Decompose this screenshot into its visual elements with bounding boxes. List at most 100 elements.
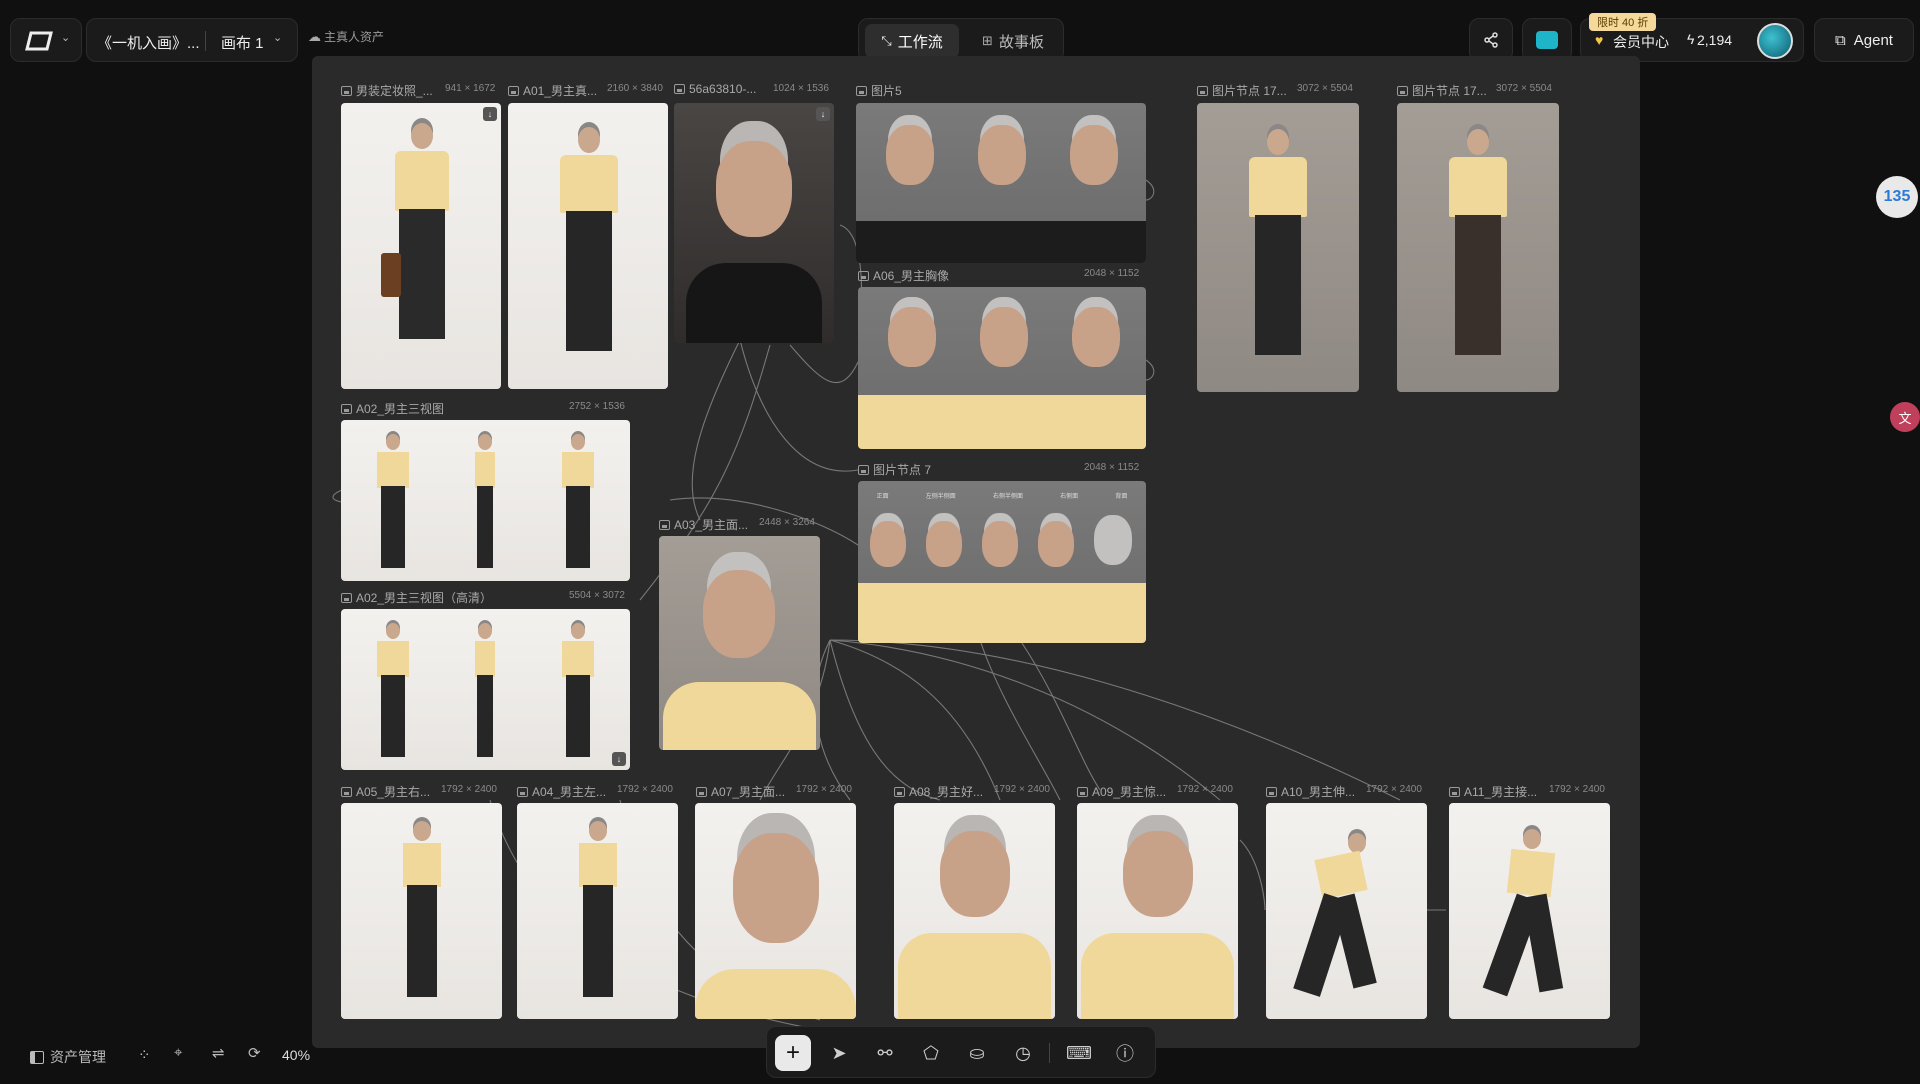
figure-pants [566,211,612,351]
node-title: A08_男主好... [909,785,984,799]
image-node[interactable] [1197,103,1359,392]
image-node[interactable] [508,103,668,389]
image-node[interactable] [659,536,820,750]
node-title: A05_男主右... [356,785,431,799]
face [978,125,1026,185]
image-node[interactable]: 正面 左侧半侧面 右侧半侧面 右侧面 背面 [858,481,1146,643]
node-dims: 2448 × 3264 [759,517,815,528]
face [1038,521,1074,567]
figure-shirt [403,843,441,887]
figure-pants [477,675,493,757]
zoom-level[interactable]: 40% [282,1047,310,1063]
node-dims: 1792 × 2400 [1366,784,1422,795]
add-node-button[interactable]: + [775,1035,811,1071]
figure-shirt [686,263,822,343]
figure-pants [1255,215,1301,355]
image-node[interactable] [1266,803,1427,1019]
image-node[interactable] [858,287,1146,449]
node-dims: 1792 × 2400 [1549,784,1605,795]
node-title: 图片节点 7 [873,463,932,477]
node-dims: 1792 × 2400 [617,784,673,795]
figure-head [413,821,431,841]
asset-manager-label: 资产管理 [50,1049,106,1065]
node-title: 男装定妆照_... [356,84,433,98]
help-button[interactable]: ⓘ [1107,1035,1143,1071]
select-tool-button[interactable]: ➤ [821,1035,857,1071]
image-node[interactable] [517,803,678,1019]
figure-shirt [562,452,594,488]
image-node[interactable]: ↓ [674,103,834,343]
node-label: 56a63810-... [674,82,756,96]
node-dims: 2048 × 1152 [1084,268,1140,279]
node-dims: 5504 × 3072 [569,590,625,601]
snap-icon[interactable]: ⟳ [248,1044,261,1062]
image-node[interactable] [1077,803,1238,1019]
figure-shirt [1249,157,1307,217]
figure-head [478,434,492,450]
connect-tool-button[interactable]: ⚯ [867,1035,903,1071]
figure-shirt [377,641,409,677]
image-icon [508,85,519,96]
node-dims: 1792 × 2400 [441,784,497,795]
figure-shirt [579,843,617,887]
image-icon [856,85,867,96]
image-node[interactable] [1397,103,1559,392]
image-icon [1266,786,1277,797]
figure-shirt [1449,157,1507,217]
node-title: A02_男主三视图（高清） [356,591,493,605]
filter-tool-button[interactable]: ⛀ [959,1035,995,1071]
node-label: A03_男主面... [659,516,748,533]
history-button[interactable]: ◷ [1005,1035,1041,1071]
asset-manager-button[interactable]: 资产管理 [30,1047,106,1067]
image-node[interactable] [695,803,856,1019]
shapes-tool-button[interactable]: ⬠ [913,1035,949,1071]
image-icon [341,786,352,797]
face [980,307,1028,367]
download-icon[interactable]: ↓ [483,107,497,121]
image-node[interactable] [341,803,502,1019]
download-icon[interactable]: ↓ [816,107,830,121]
angles-header: 正面 左侧半侧面 右侧半侧面 右侧面 背面 [858,491,1146,500]
image-icon [858,464,869,475]
divider [1049,1043,1050,1063]
face [982,521,1018,567]
image-icon [341,403,352,414]
figure-pants [399,209,445,339]
figure-shirt [695,969,856,1019]
node-label: 图片节点 17... [1397,82,1487,99]
figure-shirt [475,452,495,488]
sliders-icon[interactable]: ⇌ [212,1044,225,1062]
face [926,521,962,567]
figure-shirt [562,641,594,677]
figure-pants [477,486,493,568]
download-icon[interactable]: ↓ [612,752,626,766]
keyboard-shortcuts-button[interactable]: ⌨ [1061,1035,1097,1071]
image-node[interactable] [856,103,1146,263]
angle-label: 左侧半侧面 [925,494,956,500]
face [1070,125,1118,185]
image-node[interactable] [341,420,630,581]
node-label: A05_男主右... [341,783,430,800]
image-icon [1077,786,1088,797]
face [1123,831,1193,917]
node-dims: 1792 × 2400 [1177,784,1233,795]
image-node[interactable] [1449,803,1610,1019]
node-dims: 1792 × 2400 [796,784,852,795]
figure-head [411,123,433,149]
figure-shirt [475,641,495,677]
node-dims: 2048 × 1152 [1084,462,1140,473]
location-icon[interactable]: ⌖ [174,1044,182,1061]
image-icon [1449,786,1460,797]
node-dims: 1792 × 2400 [994,784,1050,795]
node-title: A07_男主面... [711,785,786,799]
figure-head [589,821,607,841]
node-label: A02_男主三视图 [341,400,444,417]
node-title: 图片节点 17... [1212,84,1287,98]
grid-icon[interactable]: ⁘ [138,1046,151,1064]
image-node[interactable]: ↓ [341,609,630,770]
node-label: A11_男主接... [1449,783,1537,800]
face [870,521,906,567]
image-node[interactable] [894,803,1055,1019]
figure-head [478,623,492,639]
image-node[interactable]: ↓ [341,103,501,389]
